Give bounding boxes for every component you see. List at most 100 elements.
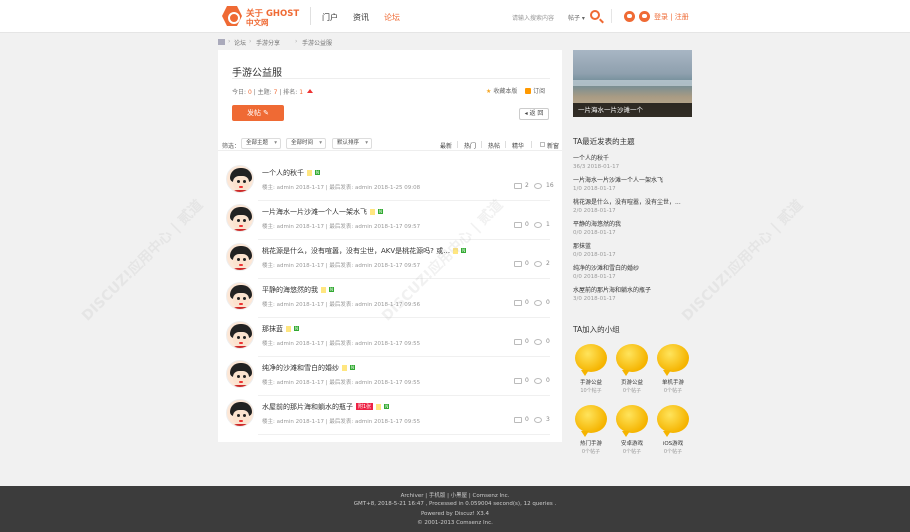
filter-hot[interactable]: 热门 <box>464 141 476 150</box>
filter-divider <box>481 141 482 148</box>
avatar-eye <box>243 414 246 417</box>
new-post-button[interactable]: 发帖 ✎ <box>232 105 284 121</box>
recent-topic-item[interactable]: 一个人的秋千 36/3 2018-01-17 <box>573 153 693 170</box>
qq-login-icon[interactable] <box>624 11 635 22</box>
group-bubble-icon[interactable] <box>616 344 648 376</box>
login-register-link[interactable]: 登录 | 注册 <box>654 12 689 22</box>
recent-topic-title[interactable]: 纯净的沙滩和雪白的婚纱 <box>573 263 693 272</box>
group-name[interactable]: 单机手游 <box>655 378 691 386</box>
star-icon: ★ <box>486 88 492 95</box>
recent-topic-item[interactable]: 那抹蓝 0/0 2018-01-17 <box>573 241 693 258</box>
group-name[interactable]: 手游公益 <box>573 378 609 386</box>
subscribe-link[interactable]: 订阅 <box>533 88 545 95</box>
footer-stats: GMT+8, 2018-5-21 16:47 , Processed in 0.… <box>353 501 557 507</box>
breadcrumb-category[interactable]: 手游分享 <box>256 38 280 47</box>
avatar[interactable] <box>226 204 254 232</box>
avatar-body <box>231 346 251 348</box>
recent-topic-item[interactable]: 平静的海悠然的我 0/0 2018-01-17 <box>573 219 693 236</box>
search-icon[interactable] <box>590 10 600 20</box>
recent-topic-stats: 0/0 2018-01-17 <box>573 274 616 280</box>
group-bubble-icon[interactable] <box>657 344 689 376</box>
avatar[interactable] <box>226 399 254 427</box>
forum-main-panel: 手游公益服 今日: 0 | 主题: 7 | 排名: 1 ★ 收藏本版 订阅 发帖… <box>218 50 562 442</box>
search-type-select[interactable]: 帖子 ▾ <box>568 13 585 22</box>
group-bubble-icon[interactable] <box>616 405 648 437</box>
avatar-eye <box>237 336 240 339</box>
recent-topic-title[interactable]: 平静的海悠然的我 <box>573 219 693 228</box>
recent-topic-item[interactable]: 桃花源是什么，没有喧嚣，没有尘世，... 2/0 2018-01-17 <box>573 197 693 214</box>
group-name[interactable]: 页游公益 <box>614 378 650 386</box>
group-item[interactable]: 页游公益 0个帖子 <box>614 344 650 402</box>
thread-last-post: 最后发表: admin 2018-1-17 09:55 <box>329 380 421 386</box>
time-filter-select[interactable]: 全部时间 <box>286 138 326 149</box>
thread-title[interactable]: 那抹蓝 <box>262 325 283 333</box>
group-item[interactable]: 安卓游戏 0个帖子 <box>614 405 650 463</box>
filter-latest[interactable]: 最新 <box>440 141 452 150</box>
thread-row[interactable]: 一个人的秋千 N 楼主: admin 2018-1-17 | 最后发表: admin… <box>218 162 562 201</box>
filter-divider <box>457 141 458 148</box>
reply-count: 2 <box>525 182 529 189</box>
nav-news[interactable]: 资讯 <box>353 12 369 23</box>
thread-title[interactable]: 纯净的沙滩和雪白的婚纱 <box>262 364 339 372</box>
thread-row[interactable]: 纯净的沙滩和雪白的婚纱 N 楼主: admin 2018-1-17 | 最后发表: … <box>218 357 562 396</box>
favorite-forum-link[interactable]: 收藏本版 <box>493 88 517 95</box>
group-bubble-icon[interactable] <box>575 344 607 376</box>
recent-topic-title[interactable]: 那抹蓝 <box>573 241 693 250</box>
group-name[interactable]: iOS游戏 <box>655 439 691 447</box>
topic-filter-select[interactable]: 全部主题 <box>241 138 281 149</box>
group-item[interactable]: 热门手游 0个帖子 <box>573 405 609 463</box>
group-item[interactable]: iOS游戏 0个帖子 <box>655 405 691 463</box>
group-bubble-icon[interactable] <box>575 405 607 437</box>
avatar-eye <box>243 336 246 339</box>
footer-links[interactable]: Archiver | 手机版 | 小黑屋 | Comsenz Inc. <box>0 491 910 499</box>
avatar[interactable] <box>226 243 254 271</box>
recent-topic-item[interactable]: 一片海水一片沙滩一个人一架水飞 1/0 2018-01-17 <box>573 175 693 192</box>
nav-portal[interactable]: 门户 <box>322 12 338 23</box>
group-item[interactable]: 手游公益 10个帖子 <box>573 344 609 402</box>
recent-topic-title[interactable]: 桃花源是什么，没有喧嚣，没有尘世，... <box>573 197 693 206</box>
avatar[interactable] <box>226 165 254 193</box>
recent-topic-title[interactable]: 一片海水一片沙滩一个人一架水飞 <box>573 175 693 184</box>
featured-image[interactable]: 一片海水一片沙滩一个 <box>573 50 692 117</box>
stats-rank-label: 排名: <box>283 89 298 96</box>
wechat-login-icon[interactable] <box>639 11 650 22</box>
search-input[interactable]: 请输入搜索内容 <box>512 13 554 22</box>
home-icon[interactable] <box>218 39 225 45</box>
group-item[interactable]: 单机手游 0个帖子 <box>655 344 691 402</box>
thread-row[interactable]: 水屋前的那片海和躺水的瓶子 附1张 N 楼主: admin 2018-1-17 | 最… <box>218 396 562 435</box>
group-name[interactable]: 热门手游 <box>573 439 609 447</box>
reply-icon <box>514 261 522 267</box>
recent-topic-title[interactable]: 一个人的秋千 <box>573 153 693 162</box>
group-bubble-icon[interactable] <box>657 405 689 437</box>
avatar[interactable] <box>226 321 254 349</box>
thread-title[interactable]: 一个人的秋千 <box>262 169 304 177</box>
featured-image-caption[interactable]: 一片海水一片沙滩一个 <box>573 103 692 117</box>
avatar-eye <box>243 375 246 378</box>
site-logo[interactable]: 关于 GHOST 中文网 <box>222 6 302 28</box>
avatar-eye <box>243 180 246 183</box>
filter-hot-posts[interactable]: 热帖 <box>488 141 500 150</box>
nav-forum[interactable]: 论坛 <box>384 12 400 23</box>
avatar-eye <box>243 258 246 261</box>
thread-row[interactable]: 桃花源是什么，没有喧嚣，没有尘世，AKV是桃花源吗? 或… N 楼主: admin … <box>218 240 562 279</box>
thread-title[interactable]: 一片海水一片沙滩一个人一架水飞 <box>262 208 367 216</box>
group-post-count: 0个帖子 <box>663 449 683 455</box>
recent-topic-item[interactable]: 纯净的沙滩和雪白的婚纱 0/0 2018-01-17 <box>573 263 693 280</box>
new-window-checkbox[interactable] <box>540 142 545 147</box>
thread-title[interactable]: 桃花源是什么，没有喧嚣，没有尘世，AKV是桃花源吗? 或… <box>262 247 450 255</box>
avatar[interactable] <box>226 282 254 310</box>
thread-title[interactable]: 平静的海悠然的我 <box>262 286 318 294</box>
reply-count: 0 <box>525 416 529 423</box>
group-name[interactable]: 安卓游戏 <box>614 439 650 447</box>
recent-topic-item[interactable]: 水屋前的那片海和躺水的瓶子 3/0 2018-01-17 <box>573 285 693 302</box>
recent-topic-title[interactable]: 水屋前的那片海和躺水的瓶子 <box>573 285 693 294</box>
thread-title[interactable]: 水屋前的那片海和躺水的瓶子 <box>262 403 353 411</box>
thread-row[interactable]: 一片海水一片沙滩一个人一架水飞 N 楼主: admin 2018-1-17 | 最后… <box>218 201 562 240</box>
breadcrumb-forum[interactable]: 论坛 <box>234 38 246 47</box>
forum-title: 手游公益服 <box>232 68 282 79</box>
recent-topic-stats: 0/0 2018-01-17 <box>573 252 616 258</box>
avatar[interactable] <box>226 360 254 388</box>
filter-digest[interactable]: 精华 <box>512 141 524 150</box>
sort-select[interactable]: 默认排序 <box>332 138 372 149</box>
back-button[interactable]: ◂ 返 回 <box>519 108 549 120</box>
